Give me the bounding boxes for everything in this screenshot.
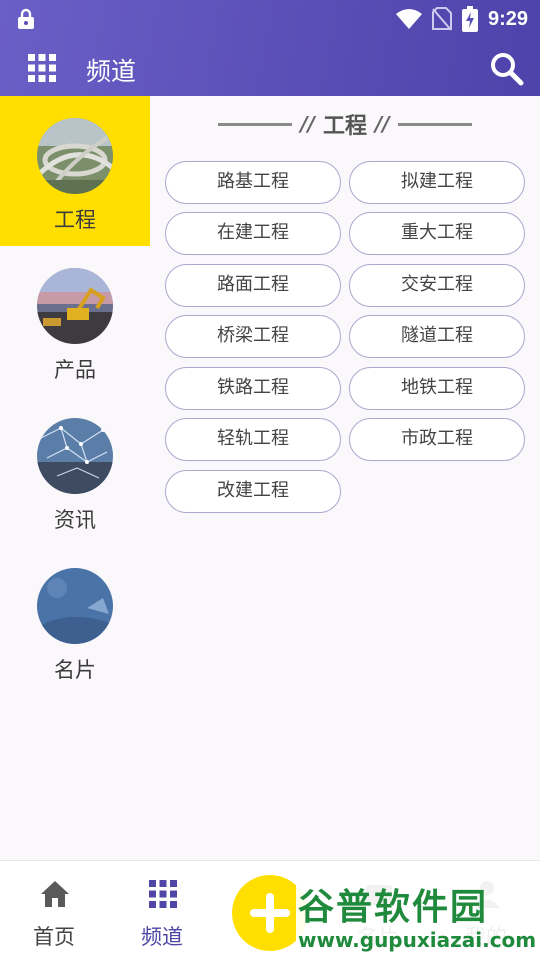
status-bar: 9:29 xyxy=(0,0,540,38)
app-root: 9:29 频道 工程 产品 资讯 名片 // 工程 // 路基工程 拟建工程 在… xyxy=(0,0,540,960)
app-header: 频道 xyxy=(0,40,540,96)
tag-button[interactable]: 铁路工程 xyxy=(165,367,341,410)
cards-thumbnail xyxy=(37,568,113,644)
search-icon[interactable] xyxy=(490,52,524,86)
section-title: // 工程 // xyxy=(150,108,540,140)
wifi-icon xyxy=(395,9,422,29)
no-sim-icon xyxy=(431,7,452,31)
grid-icon xyxy=(149,880,177,908)
tag-button[interactable]: 路基工程 xyxy=(165,161,341,204)
status-right: 9:29 xyxy=(395,6,528,32)
lock-icon xyxy=(18,8,34,29)
news-thumbnail xyxy=(37,418,113,494)
tag-button[interactable]: 市政工程 xyxy=(349,418,525,461)
nav-channels[interactable]: 频道 xyxy=(108,861,216,960)
tag-button[interactable]: 地铁工程 xyxy=(349,367,525,410)
sidebar-item-label: 资讯 xyxy=(54,508,96,532)
sidebar-item-cards[interactable]: 名片 xyxy=(0,546,150,696)
sidebar-item-label: 工程 xyxy=(54,208,96,232)
tag-button[interactable]: 隧道工程 xyxy=(349,315,525,358)
title-slashes-left: // xyxy=(300,112,315,136)
tag-button[interactable]: 轻轨工程 xyxy=(165,418,341,461)
watermark-logo: 谷普软件园 xyxy=(298,887,489,928)
tag-button[interactable]: 改建工程 xyxy=(165,470,341,513)
tag-button[interactable]: 桥梁工程 xyxy=(165,315,341,358)
page-title: 频道 xyxy=(86,57,137,86)
top-bar: 9:29 频道 xyxy=(0,0,540,96)
home-icon xyxy=(41,881,69,907)
battery-charging-icon xyxy=(461,6,478,32)
products-thumbnail xyxy=(37,268,113,344)
sidebar-item-engineering[interactable]: 工程 xyxy=(0,96,150,246)
tag-button[interactable]: 在建工程 xyxy=(165,212,341,255)
tag-button[interactable]: 拟建工程 xyxy=(349,161,525,204)
section-title-text: 工程 xyxy=(322,114,367,139)
title-slashes-right: // xyxy=(375,112,390,136)
channel-content: // 工程 // 路基工程 拟建工程 在建工程 重大工程 路面工程 交安工程 桥… xyxy=(150,96,540,860)
watermark: 谷普软件园 www.gupuxiazai.com xyxy=(296,876,540,960)
sidebar-item-label: 名片 xyxy=(54,658,96,682)
status-time: 9:29 xyxy=(487,7,528,30)
nav-label: 频道 xyxy=(141,925,183,949)
tag-button[interactable]: 重大工程 xyxy=(349,212,525,255)
tag-button[interactable]: 路面工程 xyxy=(165,264,341,307)
sidebar-item-label: 产品 xyxy=(54,358,96,382)
tag-button[interactable]: 交安工程 xyxy=(349,264,525,307)
engineering-thumbnail xyxy=(37,118,113,194)
sidebar-item-products[interactable]: 产品 xyxy=(0,246,150,396)
grid-menu-icon[interactable] xyxy=(28,54,56,82)
nav-home[interactable]: 首页 xyxy=(0,861,108,960)
title-line-left xyxy=(218,122,293,126)
watermark-url: www.gupuxiazai.com xyxy=(298,928,537,952)
sidebar-item-news[interactable]: 资讯 xyxy=(0,396,150,546)
title-line-right xyxy=(397,122,472,126)
nav-label: 首页 xyxy=(33,925,75,949)
channel-sidebar: 工程 产品 资讯 名片 xyxy=(0,96,150,860)
